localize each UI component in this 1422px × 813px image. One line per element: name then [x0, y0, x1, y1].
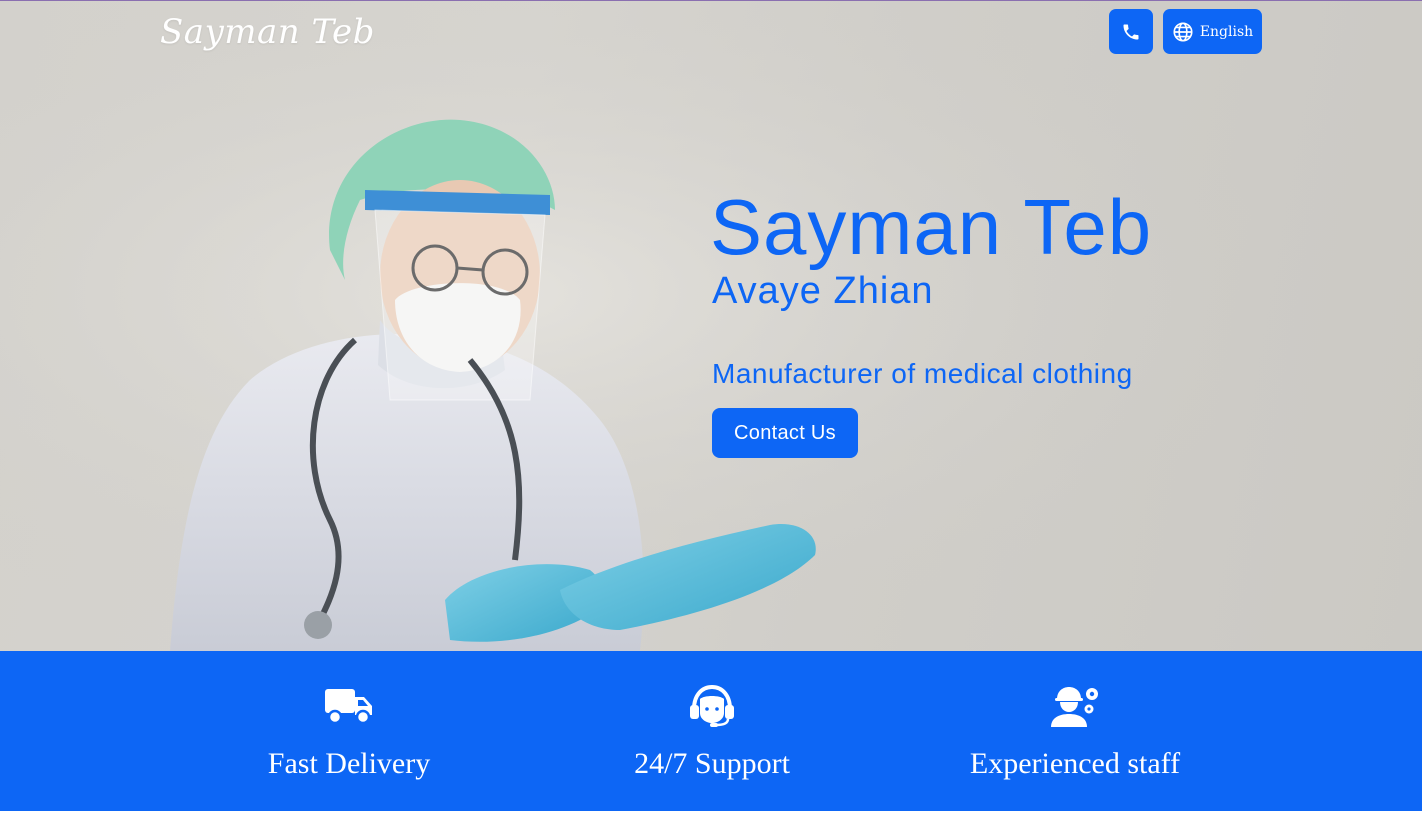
truck-icon	[325, 689, 372, 725]
phone-icon	[1123, 24, 1139, 39]
hero-subtitle: Avaye Zhian	[712, 270, 934, 312]
feature-fast-delivery: Fast Delivery	[189, 651, 509, 811]
language-label: English	[1199, 23, 1254, 40]
feature-staff: Experienced staff	[915, 651, 1235, 811]
phone-button[interactable]	[1109, 9, 1153, 54]
globe-icon	[1173, 21, 1193, 42]
feature-label: 24/7 Support	[634, 747, 790, 780]
worker-gears-icon	[1051, 687, 1098, 727]
hero-title: Sayman Teb	[710, 183, 1153, 271]
language-button[interactable]: English	[1163, 9, 1262, 54]
hero-section: Sayman Teb English Sayman Teb Avaye Zhia…	[0, 0, 1422, 651]
hero-image	[0, 0, 1422, 651]
feature-support: 24/7 Support	[552, 651, 872, 811]
feature-label: Fast Delivery	[267, 747, 431, 780]
site-logo[interactable]: Sayman Teb	[160, 12, 375, 52]
contact-us-button[interactable]: Contact Us	[712, 408, 858, 458]
headset-icon	[690, 685, 734, 727]
hero-tagline: Manufacturer of medical clothing	[712, 358, 1133, 389]
features-bar: Fast Delivery 24/7 Support Experienced s…	[0, 651, 1422, 811]
top-border	[0, 0, 1422, 1]
feature-label: Experienced staff	[969, 747, 1181, 780]
